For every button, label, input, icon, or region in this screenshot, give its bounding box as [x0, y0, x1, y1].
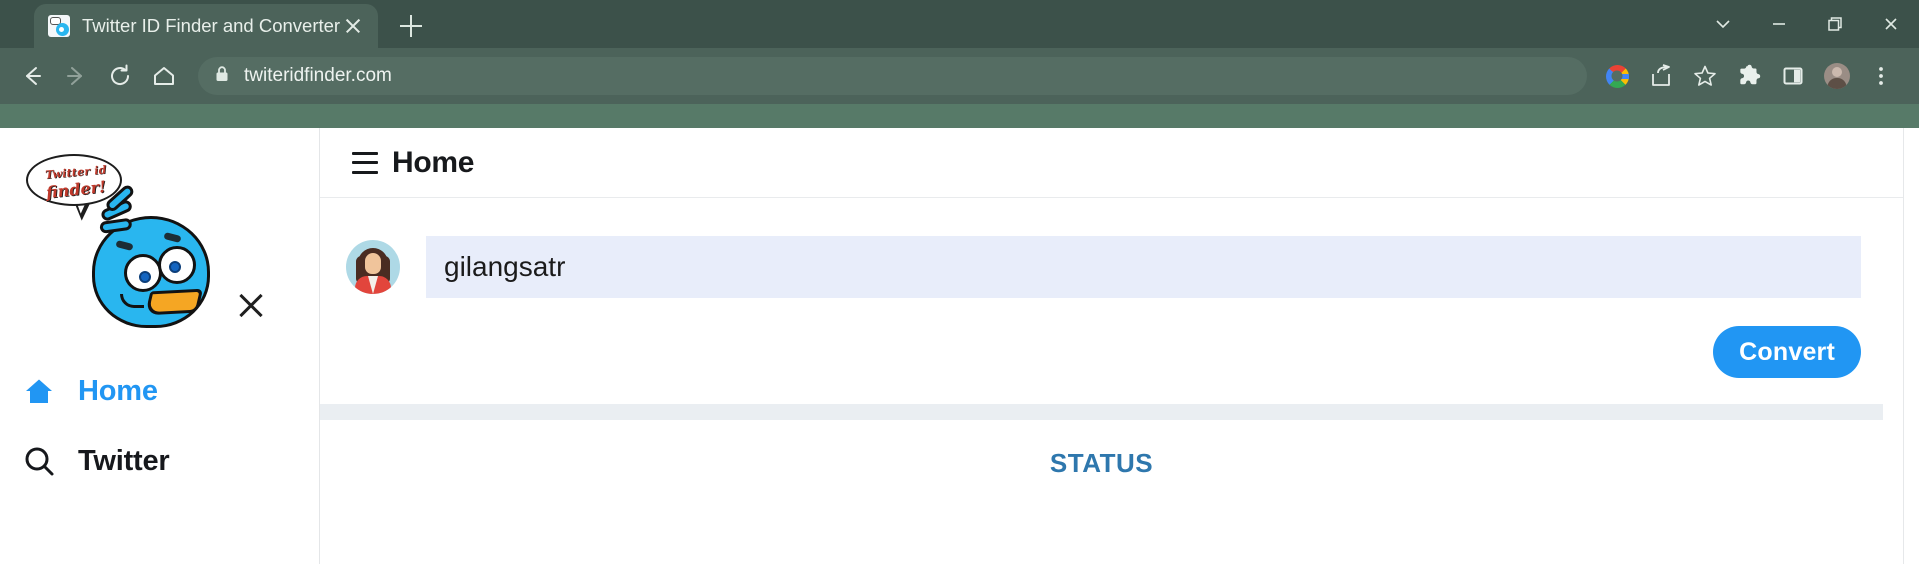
google-lens-icon[interactable]	[1595, 54, 1639, 98]
hamburger-menu-icon[interactable]	[352, 151, 378, 174]
section-divider	[320, 404, 1883, 420]
toolbar-right-icons	[1595, 54, 1903, 98]
home-icon	[22, 374, 68, 408]
sidebar-nav: Home Twitter	[0, 356, 319, 496]
address-bar[interactable]: twiteridfinder.com	[198, 57, 1587, 95]
sidebar-item-home[interactable]: Home	[0, 356, 319, 426]
twitter-id-finder-favicon	[48, 15, 70, 37]
close-window-button[interactable]	[1863, 0, 1919, 48]
browser-tab[interactable]: Twitter ID Finder and Converter	[34, 4, 379, 48]
profile-avatar-icon[interactable]	[1815, 54, 1859, 98]
url-text: twiteridfinder.com	[244, 65, 392, 86]
user-avatar	[346, 240, 400, 294]
username-form-row	[320, 236, 1919, 298]
browser-toolbar: twiteridfinder.com	[0, 48, 1919, 104]
page-title: Home	[392, 145, 475, 179]
browser-window: Twitter ID Finder and Converter twiterid…	[0, 0, 1919, 564]
page-viewport: Twitter id finder! Home Twitter Home gil…	[0, 128, 1919, 564]
close-icon[interactable]	[232, 286, 270, 324]
extensions-puzzle-icon[interactable]	[1727, 54, 1771, 98]
chrome-menu-icon[interactable]	[1859, 54, 1903, 98]
page-scrollbar[interactable]	[1903, 128, 1919, 564]
side-panel-icon[interactable]	[1771, 54, 1815, 98]
convert-row: Convert	[320, 326, 1919, 378]
maximize-button[interactable]	[1807, 0, 1863, 48]
chrome-bottom-band	[0, 104, 1919, 128]
forward-icon[interactable]	[54, 54, 98, 98]
logo-speech-bubble: Twitter id finder!	[26, 154, 122, 206]
share-icon[interactable]	[1639, 54, 1683, 98]
sidebar-item-twitter[interactable]: Twitter	[0, 426, 319, 496]
home-icon[interactable]	[142, 54, 186, 98]
status-heading: STATUS	[1049, 448, 1154, 478]
tab-strip: Twitter ID Finder and Converter	[0, 0, 1919, 48]
sidebar-item-label: Home	[78, 374, 158, 407]
reload-icon[interactable]	[98, 54, 142, 98]
search-icon	[22, 444, 68, 478]
scrollbar-thumb[interactable]	[1906, 128, 1917, 278]
content-header: Home	[320, 128, 1919, 198]
close-icon[interactable]	[340, 13, 366, 39]
site-sidebar: Twitter id finder! Home Twitter	[0, 128, 320, 564]
tab-search-button[interactable]	[1695, 0, 1751, 48]
bird-icon	[92, 183, 212, 328]
window-controls	[1695, 0, 1919, 48]
site-logo[interactable]: Twitter id finder!	[18, 146, 218, 331]
sidebar-item-label: Twitter	[78, 444, 170, 477]
lock-icon	[214, 65, 230, 88]
tab-title: Twitter ID Finder and Converter	[82, 15, 341, 36]
back-icon[interactable]	[10, 54, 54, 98]
new-tab-button[interactable]	[392, 7, 430, 45]
convert-button[interactable]: Convert	[1713, 326, 1861, 378]
username-input[interactable]	[426, 236, 1861, 298]
main-content: Home Convert STATUS	[320, 128, 1919, 564]
minimize-button[interactable]	[1751, 0, 1807, 48]
bookmark-star-icon[interactable]	[1683, 54, 1727, 98]
